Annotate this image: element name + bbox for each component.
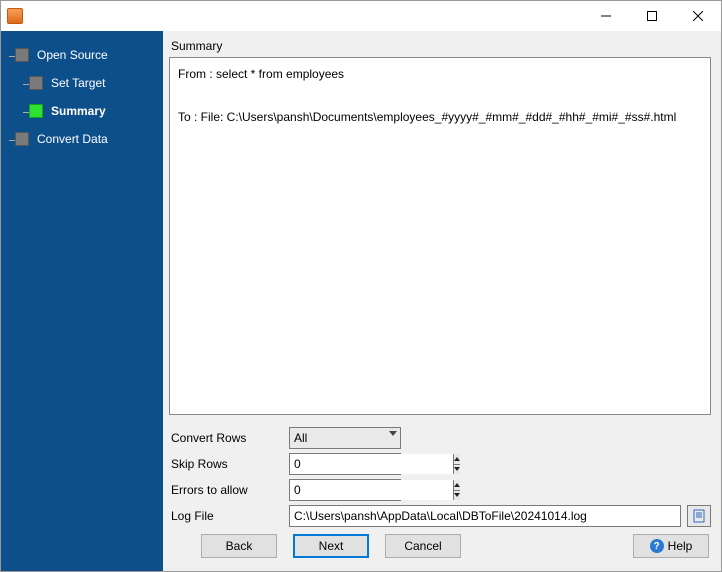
nav-label: Convert Data [37, 132, 108, 146]
errors-input[interactable] [290, 480, 453, 500]
back-button[interactable]: Back [201, 534, 277, 558]
convert-rows-label: Convert Rows [169, 431, 289, 445]
convert-rows-select[interactable]: All [289, 427, 401, 449]
nav-open-source[interactable]: Open Source [1, 41, 163, 69]
spin-down-icon[interactable] [454, 491, 460, 501]
summary-to-line: To : File: C:\Users\pansh\Documents\empl… [178, 110, 676, 124]
minimize-button[interactable] [583, 1, 629, 31]
browse-log-button[interactable] [687, 505, 711, 527]
help-button[interactable]: ? Help [633, 534, 709, 558]
maximize-button[interactable] [629, 1, 675, 31]
log-file-label: Log File [169, 509, 289, 523]
errors-spinner[interactable] [289, 479, 401, 501]
titlebar [1, 1, 721, 31]
errors-label: Errors to allow [169, 483, 289, 497]
close-button[interactable] [675, 1, 721, 31]
main-panel: Summary From : select * from employees T… [163, 31, 721, 571]
nav-label: Set Target [51, 76, 105, 90]
app-icon [7, 8, 23, 24]
log-file-input[interactable] [289, 505, 681, 527]
nav-summary[interactable]: Summary [1, 97, 163, 125]
summary-from-line: From : select * from employees [178, 67, 344, 81]
spin-up-icon[interactable] [454, 454, 460, 465]
skip-rows-input[interactable] [290, 454, 453, 474]
nav-convert-data[interactable]: Convert Data [1, 125, 163, 153]
file-icon [692, 509, 706, 523]
summary-textarea[interactable]: From : select * from employees To : File… [169, 57, 711, 415]
wizard-sidebar: Open Source Set Target Summary Convert D… [1, 31, 163, 571]
skip-rows-spinner[interactable] [289, 453, 401, 475]
nav-label: Open Source [37, 48, 108, 62]
nav-set-target[interactable]: Set Target [1, 69, 163, 97]
section-title: Summary [169, 37, 711, 57]
nav-label: Summary [51, 104, 106, 118]
help-icon: ? [650, 539, 664, 553]
app-window: Open Source Set Target Summary Convert D… [0, 0, 722, 572]
next-button[interactable]: Next [293, 534, 369, 558]
spin-up-icon[interactable] [454, 480, 460, 491]
spin-down-icon[interactable] [454, 465, 460, 475]
cancel-button[interactable]: Cancel [385, 534, 461, 558]
skip-rows-label: Skip Rows [169, 457, 289, 471]
